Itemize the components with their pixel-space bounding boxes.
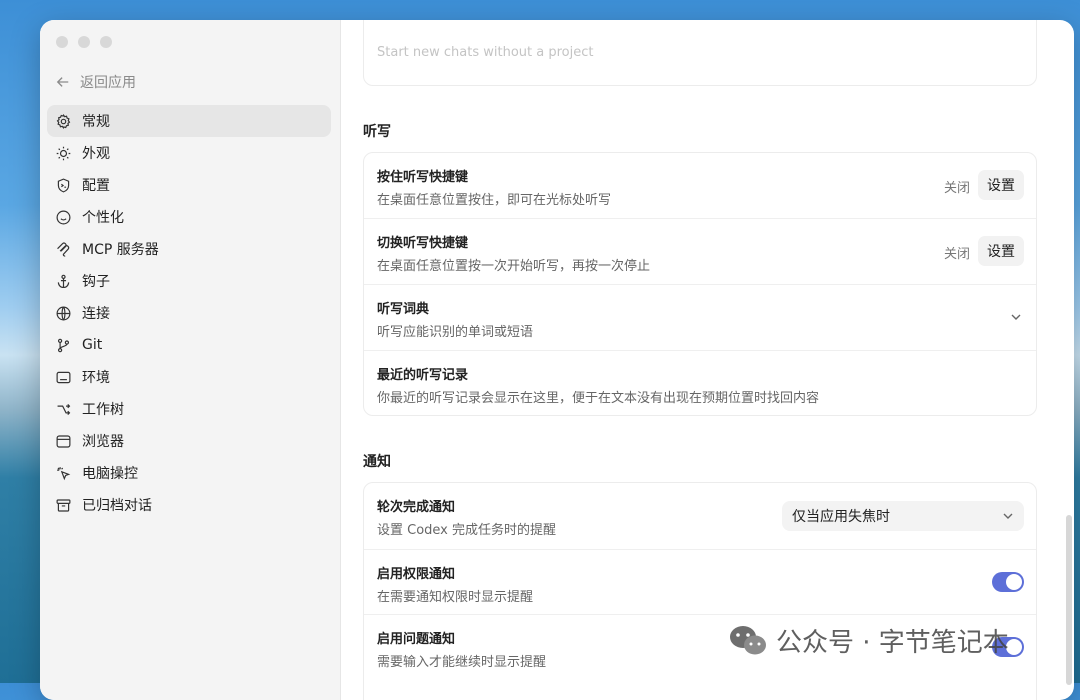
- faded-description: Start new chats without a project: [377, 45, 594, 60]
- monitor-icon: [56, 371, 71, 383]
- sidebar-item-label: 钩子: [82, 274, 110, 290]
- row-desc: 在桌面任意位置按一次开始听写，再按一次停止: [377, 259, 651, 274]
- sidebar-item-appearance[interactable]: 外观: [47, 137, 331, 169]
- settings-window: 返回应用 常规 外观 配置 个性化 MCP 服务器 钩子 连接 Git 环境 工…: [40, 20, 1074, 700]
- section-title-notifications: 通知: [363, 454, 391, 470]
- row-desc: 听写应能识别的单词或短语: [377, 325, 534, 340]
- scrollbar[interactable]: [1066, 515, 1072, 685]
- hold-shortcut-set-button[interactable]: 设置: [978, 170, 1024, 200]
- archive-icon: [56, 498, 71, 512]
- sidebar-item-worktrees[interactable]: 工作树: [47, 393, 331, 425]
- back-to-app-link[interactable]: 返回应用: [56, 72, 136, 92]
- turn-notify-select[interactable]: 仅当应用失焦时: [782, 501, 1024, 531]
- zoom-window-button[interactable]: [100, 36, 112, 48]
- notif-row-permission: 启用权限通知 在需要通知权限时显示提醒: [364, 550, 1036, 615]
- sidebar-item-environments[interactable]: 环境: [47, 361, 331, 393]
- row-desc: 设置 Codex 完成任务时的提醒: [377, 523, 557, 538]
- browser-icon: [56, 434, 71, 448]
- sidebar-item-label: 连接: [82, 306, 110, 322]
- toggle-shortcut-set-button[interactable]: 设置: [978, 236, 1024, 266]
- sidebar-item-label: 常规: [82, 114, 110, 130]
- row-title: 启用问题通知: [377, 632, 456, 647]
- sidebar-item-browser[interactable]: 浏览器: [47, 425, 331, 457]
- watermark: 公众号 · 字节笔记本: [728, 622, 1009, 659]
- sidebar-item-label: 工作树: [82, 402, 124, 418]
- select-value: 仅当应用失焦时: [792, 509, 890, 525]
- wechat-icon: [730, 625, 766, 654]
- sidebar-item-connections[interactable]: 连接: [47, 297, 331, 329]
- sidebar-item-config[interactable]: 配置: [47, 169, 331, 201]
- status-label: 关闭: [943, 247, 970, 262]
- row-title: 最近的听写记录: [377, 368, 469, 383]
- sidebar-item-general[interactable]: 常规: [47, 105, 331, 137]
- config-shield-icon: [57, 177, 70, 193]
- row-title: 听写词典: [377, 302, 430, 317]
- git-branch-icon: [57, 338, 70, 352]
- row-title: 按住听写快捷键: [377, 170, 469, 185]
- sidebar-item-label: 环境: [82, 370, 110, 386]
- sidebar-nav: 常规 外观 配置 个性化 MCP 服务器 钩子 连接 Git 环境 工作树 浏览…: [47, 105, 331, 521]
- notif-row-turn-complete: 轮次完成通知 设置 Codex 完成任务时的提醒 仅当应用失焦时: [364, 483, 1036, 550]
- sidebar-item-label: MCP 服务器: [82, 242, 159, 258]
- anchor-icon: [57, 274, 70, 288]
- sun-icon: [56, 146, 71, 160]
- smile-icon: [56, 210, 71, 224]
- dictation-row-hold-shortcut: 按住听写快捷键 在桌面任意位置按住，即可在光标处听写 关闭 设置: [364, 153, 1036, 219]
- row-title: 启用权限通知: [377, 567, 456, 582]
- sidebar-item-label: 外观: [82, 146, 110, 162]
- sidebar-item-computer-control[interactable]: 电脑操控: [47, 457, 331, 489]
- sidebar-item-label: 已归档对话: [82, 498, 152, 514]
- cursor-click-icon: [57, 466, 71, 480]
- sidebar-item-label: 电脑操控: [82, 466, 138, 482]
- sidebar-item-personalization[interactable]: 个性化: [47, 201, 331, 233]
- chevron-down-icon: [1003, 513, 1013, 519]
- mcp-icon: [57, 242, 70, 257]
- settings-main: Start new chats without a project 听写 按住听…: [341, 20, 1074, 700]
- toggle-knob: [1006, 574, 1022, 590]
- chevron-down-icon[interactable]: [1010, 311, 1022, 323]
- globe-icon: [56, 306, 71, 320]
- row-desc: 需要输入才能继续时显示提醒: [377, 655, 547, 670]
- dictation-card: 按住听写快捷键 在桌面任意位置按住，即可在光标处听写 关闭 设置 切换听写快捷键…: [363, 152, 1037, 416]
- sidebar: 返回应用 常规 外观 配置 个性化 MCP 服务器 钩子 连接 Git 环境 工…: [40, 20, 341, 700]
- sidebar-item-git[interactable]: Git: [47, 329, 331, 361]
- project-card: Start new chats without a project: [363, 20, 1037, 86]
- window-controls: [56, 36, 112, 48]
- worktree-icon: [57, 403, 71, 415]
- row-desc: 你最近的听写记录会显示在这里，便于在文本没有出现在预期位置时找回内容: [377, 391, 820, 406]
- sidebar-item-hooks[interactable]: 钩子: [47, 265, 331, 297]
- status-label: 关闭: [943, 181, 970, 196]
- sidebar-item-mcp-servers[interactable]: MCP 服务器: [47, 233, 331, 265]
- permission-notify-toggle[interactable]: [992, 572, 1024, 592]
- close-window-button[interactable]: [56, 36, 68, 48]
- sidebar-item-label: Git: [82, 337, 103, 353]
- row-title: 轮次完成通知: [377, 500, 456, 515]
- row-title: 切换听写快捷键: [377, 236, 469, 251]
- row-desc: 在桌面任意位置按住，即可在光标处听写: [377, 193, 612, 208]
- dictation-row-recent: 最近的听写记录 你最近的听写记录会显示在这里，便于在文本没有出现在预期位置时找回…: [364, 351, 1036, 416]
- back-label: 返回应用: [80, 75, 136, 91]
- minimize-window-button[interactable]: [78, 36, 90, 48]
- dictation-row-toggle-shortcut: 切换听写快捷键 在桌面任意位置按一次开始听写，再按一次停止 关闭 设置: [364, 219, 1036, 285]
- gear-icon: [56, 113, 71, 129]
- sidebar-item-label: 配置: [82, 178, 110, 194]
- notifications-card: 轮次完成通知 设置 Codex 完成任务时的提醒 仅当应用失焦时 启用权限通知 …: [363, 482, 1037, 700]
- sidebar-item-label: 个性化: [82, 210, 124, 226]
- dictation-row-dictionary[interactable]: 听写词典 听写应能识别的单词或短语: [364, 285, 1036, 351]
- arrow-left-icon: [56, 77, 69, 87]
- row-desc: 在需要通知权限时显示提醒: [377, 590, 534, 605]
- sidebar-item-label: 浏览器: [82, 434, 124, 450]
- watermark-text: 公众号 · 字节笔记本: [776, 628, 1009, 658]
- section-title-dictation: 听写: [363, 124, 391, 140]
- sidebar-item-archived-chats[interactable]: 已归档对话: [47, 489, 331, 521]
